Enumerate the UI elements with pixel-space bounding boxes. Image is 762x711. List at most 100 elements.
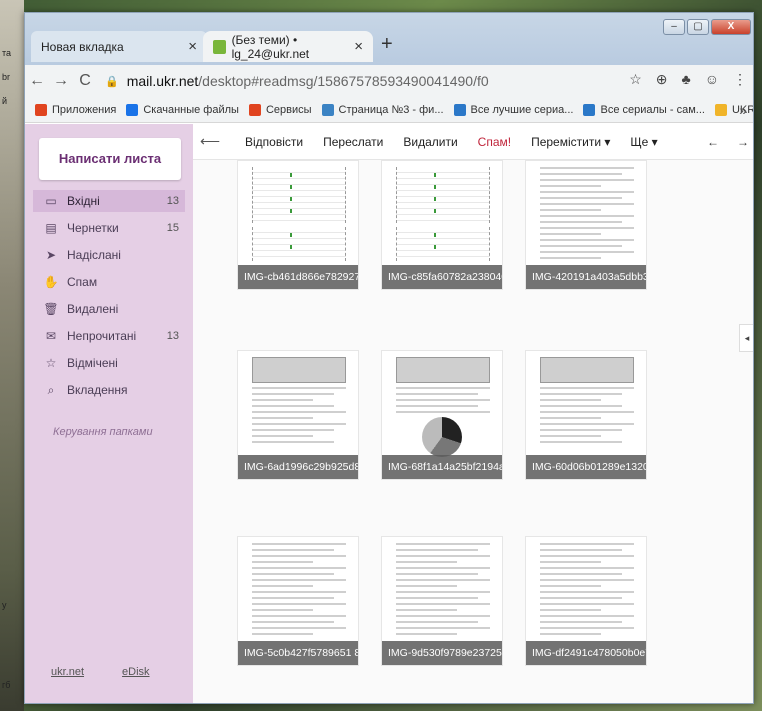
preview-shape xyxy=(540,197,622,199)
document-preview-image xyxy=(392,539,494,657)
side-panel-arrow-icon[interactable]: ◂ xyxy=(739,324,753,352)
profile-avatar-icon[interactable]: ☺ xyxy=(705,71,719,88)
folder-spam[interactable]: ✋ Спам xyxy=(33,271,185,293)
bookmark-star-icon[interactable]: ☆ xyxy=(629,71,642,88)
preview-shape xyxy=(540,633,602,635)
folder-paperclip[interactable]: ⌕ Вкладення xyxy=(33,379,185,401)
preview-shape xyxy=(540,173,622,175)
preview-shape xyxy=(540,627,634,629)
preview-shape xyxy=(252,405,334,407)
bookmark-item[interactable]: Все лучшие сериа... xyxy=(453,103,573,116)
document-preview-image xyxy=(248,163,350,281)
preview-shape xyxy=(396,621,478,623)
minimize-button[interactable]: – xyxy=(663,19,685,35)
preview-shape xyxy=(252,423,346,425)
preview-shape xyxy=(540,543,634,545)
preview-shape xyxy=(252,597,334,599)
reply-button[interactable]: Відповісти xyxy=(245,135,303,149)
compose-button[interactable]: Написати листа xyxy=(39,138,181,180)
forward-button[interactable]: Переслати xyxy=(323,135,383,149)
trash-icon: 🗑 xyxy=(43,302,59,316)
unread-icon: ✉ xyxy=(45,329,57,343)
preview-shape xyxy=(252,543,346,545)
document-preview-image xyxy=(536,539,638,657)
new-tab-button[interactable]: + xyxy=(381,33,393,56)
attachment-thumbnail[interactable]: IMG-68f1a14a25bf2194a3ff6... xyxy=(381,350,503,480)
preview-shape xyxy=(433,233,436,237)
attachment-thumbnail[interactable]: IMG-c85fa60782a238040fa3... xyxy=(381,160,503,290)
preview-shape xyxy=(540,227,634,229)
next-message-icon[interactable]: → xyxy=(737,135,749,149)
preview-shape xyxy=(396,555,490,557)
edisk-link[interactable]: eDisk xyxy=(122,666,150,678)
window-controls: – ▢ X xyxy=(663,19,751,35)
bookmark-icon xyxy=(583,103,596,116)
folder-inbox[interactable]: ▭ Вхідні 13 xyxy=(33,190,185,212)
delete-button[interactable]: Видалити xyxy=(403,135,457,149)
bookmark-item[interactable]: UKR.NET: Всі новин... xyxy=(714,103,753,116)
preview-shape xyxy=(252,417,314,419)
back-icon[interactable]: ← xyxy=(25,72,49,90)
bookmark-item[interactable]: Сервисы xyxy=(248,103,312,116)
attachment-thumbnail[interactable]: IMG-df2491c478050b0e7f80... xyxy=(525,536,647,666)
attachment-thumbnail[interactable]: IMG-420191a403a5dbb3c1e... xyxy=(525,160,647,290)
attachment-filename: IMG-9d530f9789e23725996c... xyxy=(382,641,502,665)
attachments-grid: IMG-cb461d866e782927daa... IMG-c85fa60782… xyxy=(193,160,753,703)
bookmark-item[interactable]: Приложения xyxy=(35,103,117,116)
preview-shape xyxy=(289,245,292,249)
move-dropdown[interactable]: Перемістити ▾ xyxy=(531,135,610,149)
preview-shape xyxy=(289,173,292,177)
tab-close-icon[interactable]: × xyxy=(188,38,197,55)
folder-unread[interactable]: ✉ Непрочитані 13 xyxy=(33,325,185,347)
bookmarks-more-icon[interactable]: » xyxy=(739,102,747,118)
bookmark-item[interactable]: Скачанные файлы xyxy=(126,103,239,116)
preview-shape xyxy=(252,615,346,617)
preview-shape xyxy=(396,561,458,563)
attachment-thumbnail[interactable]: IMG-5c0b427f5789651 86b2d... xyxy=(237,536,359,666)
tab-new-tab[interactable]: Новая вкладка × xyxy=(31,31,207,62)
maximize-button[interactable]: ▢ xyxy=(687,19,709,35)
attachment-thumbnail[interactable]: IMG-9d530f9789e23725996c... xyxy=(381,536,503,666)
tab-close-icon[interactable]: × xyxy=(354,38,363,55)
preview-shape xyxy=(252,621,334,623)
tab-mail[interactable]: (Без теми) • lg_24@ukr.net × xyxy=(203,31,373,62)
tab-strip: Новая вкладка × (Без теми) • lg_24@ukr.n… xyxy=(25,13,753,65)
bookmark-label: Приложения xyxy=(52,103,117,116)
forward-icon[interactable]: → xyxy=(49,72,73,90)
extension-icon[interactable]: ⊕ xyxy=(656,71,668,88)
reload-icon[interactable]: C xyxy=(73,72,97,90)
message-toolbar: ⟵ Відповісти Переслати Видалити Спам! Пе… xyxy=(193,124,753,160)
folder-label: Спам xyxy=(67,275,98,289)
preview-shape xyxy=(396,393,478,395)
extension-icon[interactable]: ♣ xyxy=(682,71,691,88)
ukrnet-link[interactable]: ukr.net xyxy=(51,666,84,678)
preview-shape xyxy=(433,173,436,177)
more-dropdown[interactable]: Ще ▾ xyxy=(630,135,657,149)
close-window-button[interactable]: X xyxy=(711,19,751,35)
preview-shape xyxy=(252,387,346,389)
folder-draft[interactable]: ▤ Чернетки 15 xyxy=(33,217,185,239)
bookmark-item[interactable]: Все сериалы - сам... xyxy=(583,103,705,116)
manage-folders-link[interactable]: Керування папками xyxy=(53,426,153,438)
folder-trash[interactable]: 🗑 Видалені xyxy=(33,298,185,320)
attachment-thumbnail[interactable]: IMG-6ad1996c29b925d8546... xyxy=(237,350,359,480)
preview-shape xyxy=(540,429,622,431)
preview-shape xyxy=(252,393,334,395)
preview-shape xyxy=(540,393,622,395)
preview-shape xyxy=(252,579,346,581)
folder-send[interactable]: ➤ Надіслані xyxy=(33,244,185,266)
preview-shape xyxy=(540,621,622,623)
preview-shape xyxy=(540,245,622,247)
preview-shape xyxy=(540,387,634,389)
folder-star[interactable]: ☆ Відмічені xyxy=(33,352,185,374)
attachment-thumbnail[interactable]: IMG-60d06b01289e1320d1d... xyxy=(525,350,647,480)
menu-icon[interactable]: ⋮ xyxy=(733,71,747,88)
bookmark-item[interactable]: Страница №3 - фи... xyxy=(321,103,444,116)
spam-button[interactable]: Спам! xyxy=(478,135,511,149)
folder-count: 13 xyxy=(166,330,179,342)
attachment-thumbnail[interactable]: IMG-cb461d866e782927daa... xyxy=(237,160,359,290)
address-bar[interactable]: 🔒 mail.ukr.net /desktop#readmsg/15867578… xyxy=(105,73,665,89)
prev-message-icon[interactable]: ← xyxy=(707,135,719,149)
back-to-list-icon[interactable]: ⟵ xyxy=(195,133,225,150)
bookmark-label: Сервисы xyxy=(265,103,312,116)
